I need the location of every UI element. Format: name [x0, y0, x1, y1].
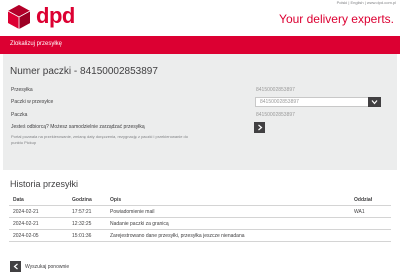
row-date: 2024-02-05 — [13, 233, 39, 239]
row-time: 15:01:36 — [72, 233, 92, 239]
page-banner: Zlokalizuj przesyłkę — [0, 36, 400, 54]
page-title: Numer paczki - 84150002853897 — [10, 66, 158, 77]
manage-parcel-note: Portal pozwala na przekierowanie, zmianę… — [11, 134, 188, 145]
parcel-select-toggle[interactable] — [368, 97, 381, 107]
tagline: Your delivery experts. — [279, 12, 394, 26]
column-header-time: Godzina — [72, 197, 92, 203]
chevron-right-icon — [258, 124, 263, 131]
parcels-in-shipment-label: Paczki w przesyłce — [11, 99, 54, 105]
column-header-date: Data — [13, 197, 24, 203]
chevron-left-icon — [13, 263, 18, 270]
row-branch: WA1 — [354, 209, 365, 215]
logo-text[interactable]: dpd — [36, 3, 75, 29]
parcel-select[interactable]: 84150002853897 — [255, 97, 381, 107]
row-description: Zarejestrowano dane przesyłki, przesyłka… — [110, 233, 245, 239]
search-again-button[interactable] — [10, 261, 21, 272]
row-description: Nadanie paczki za granicą — [110, 221, 169, 227]
row-time: 17:57:21 — [72, 209, 92, 215]
manage-parcel-label: Jesteś odbiorcą? Możesz samodzielnie zar… — [11, 124, 145, 130]
table-divider — [9, 205, 391, 206]
shipment-value: 84150002853897 — [256, 87, 295, 93]
row-time: 12:32:25 — [72, 221, 92, 227]
manage-parcel-button[interactable] — [254, 122, 265, 133]
table-divider — [9, 217, 391, 218]
dpd-logo-icon[interactable] — [6, 4, 32, 30]
search-again-link[interactable]: Wyszukaj ponownie — [25, 264, 69, 270]
history-title: Historia przesyłki — [10, 179, 79, 189]
shipment-label: Przesyłka — [11, 87, 33, 93]
parcel-label: Paczka — [11, 112, 28, 118]
chevron-down-icon — [371, 100, 378, 105]
table-divider — [9, 229, 391, 230]
parcel-select-value: 84150002853897 — [260, 99, 299, 105]
language-links[interactable]: Polski | English | www.dpd.com.pl — [337, 0, 396, 5]
row-description: Powiadomienie mail — [110, 209, 155, 215]
header: dpd Polski | English | www.dpd.com.pl Yo… — [0, 0, 400, 36]
row-date: 2024-02-21 — [13, 221, 39, 227]
table-divider — [9, 241, 391, 242]
parcel-value: 84150002853897 — [256, 112, 295, 118]
column-header-description: Opis — [110, 197, 122, 203]
row-date: 2024-02-21 — [13, 209, 39, 215]
column-header-branch: Oddział — [354, 197, 373, 203]
banner-title: Zlokalizuj przesyłkę — [10, 41, 63, 47]
